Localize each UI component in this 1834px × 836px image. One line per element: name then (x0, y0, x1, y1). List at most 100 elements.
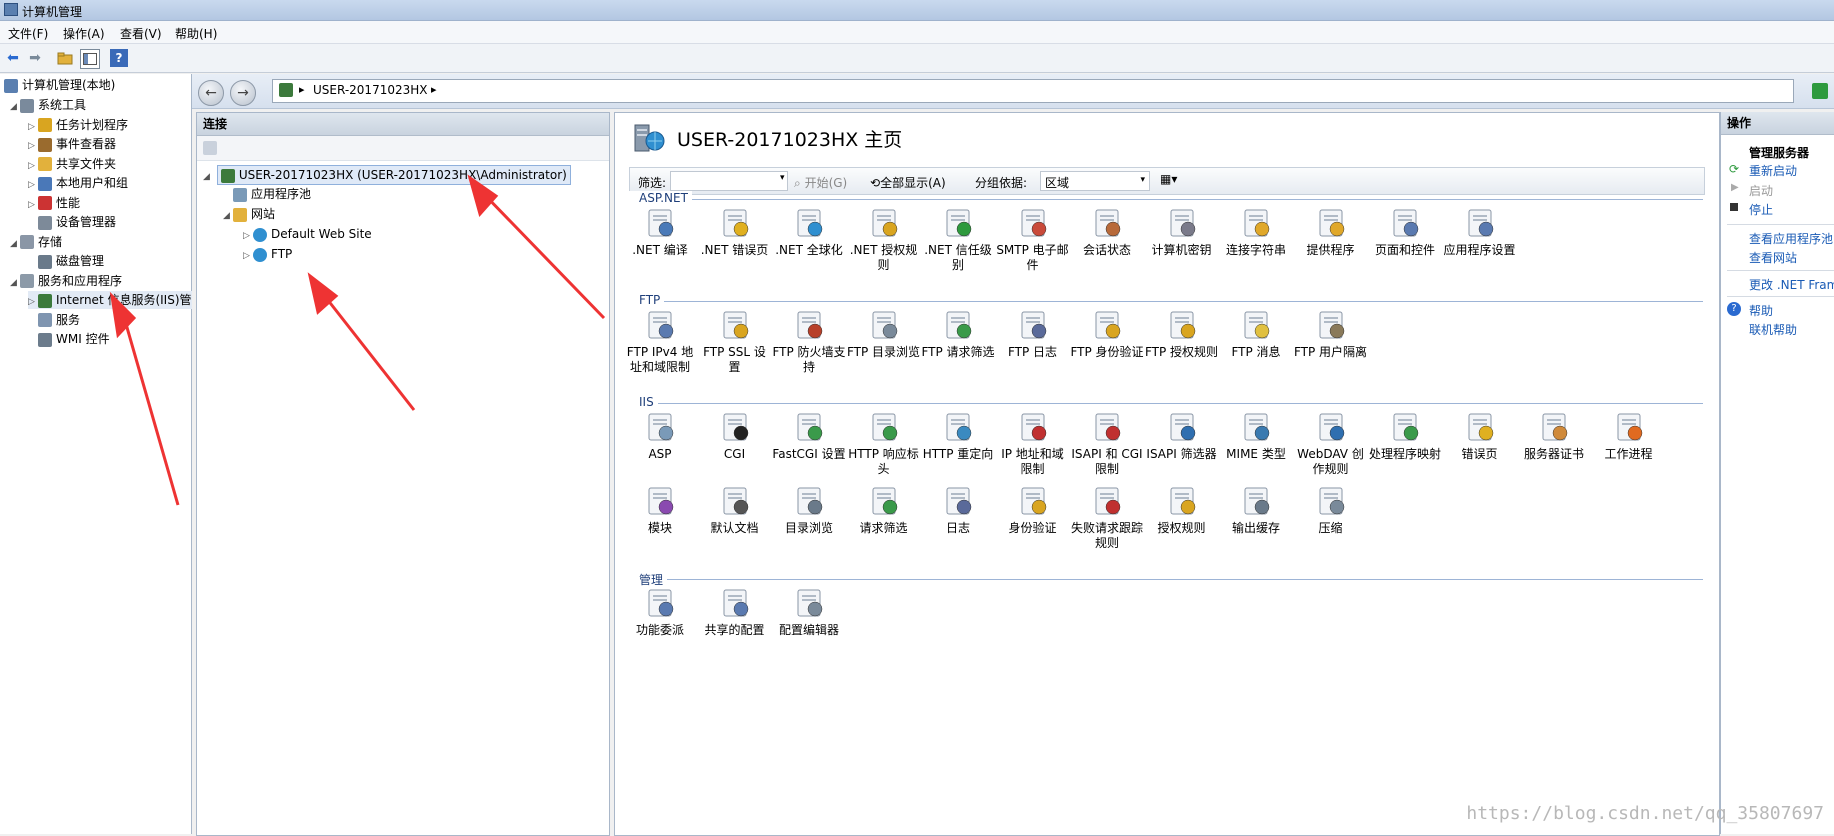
feature-item[interactable]: .NET 信任级别 (921, 207, 995, 273)
feature-item[interactable]: SMTP 电子邮件 (996, 207, 1070, 273)
help-link[interactable]: 帮助 (1749, 302, 1773, 319)
expand-toggle[interactable]: ◢ (10, 235, 20, 253)
show-hide-tree-icon[interactable] (80, 49, 100, 69)
feature-item[interactable]: 处理程序映射 (1368, 411, 1442, 462)
tree-item[interactable]: ◢ 服务和应用程序 (10, 272, 122, 290)
feature-item[interactable]: .NET 错误页 (698, 207, 772, 258)
menu-file[interactable]: 文件(F) (8, 25, 48, 42)
expand-toggle[interactable]: ▷ (28, 118, 38, 136)
view-mode-icon[interactable]: ▦▾ (1160, 172, 1177, 186)
feature-item[interactable]: FTP 授权规则 (1145, 309, 1219, 360)
feature-item[interactable]: 页面和控件 (1368, 207, 1442, 258)
expand-toggle[interactable]: ▷ (28, 176, 38, 194)
feature-item[interactable]: 输出缓存 (1219, 485, 1293, 536)
nav-forward-icon[interactable]: → (230, 80, 256, 106)
collapse-toggle[interactable]: ◢ (223, 207, 233, 225)
show-all-button[interactable]: ⟲全部显示(A) (870, 174, 946, 191)
collapse-toggle[interactable]: ◢ (203, 168, 213, 186)
start-button[interactable]: ⌕ 开始(G) (794, 174, 847, 191)
tree-item[interactable]: 设备管理器 (28, 213, 116, 231)
expand-toggle[interactable]: ◢ (10, 274, 20, 292)
feature-item[interactable]: 默认文档 (698, 485, 772, 536)
online-help-link[interactable]: 联机帮助 (1749, 321, 1797, 338)
help-icon[interactable]: ? (110, 49, 128, 67)
feature-item[interactable]: 应用程序设置 (1443, 207, 1517, 258)
connect-icon[interactable] (203, 141, 217, 155)
feature-item[interactable]: 工作进程 (1592, 411, 1666, 462)
address-box[interactable]: ▸ USER-20171023HX ▸ (272, 79, 1794, 103)
feature-item[interactable]: FTP 用户隔离 (1294, 309, 1368, 360)
start-link[interactable]: 启动 (1749, 182, 1773, 199)
expand-toggle[interactable]: ◢ (10, 98, 20, 116)
feature-item[interactable]: 错误页 (1443, 411, 1517, 462)
expand-toggle[interactable]: ▷ (28, 196, 38, 214)
tree-item[interactable]: ▷ 共享文件夹 (28, 155, 116, 173)
tree-item[interactable]: WMI 控件 (28, 330, 110, 348)
refresh-icon[interactable] (1812, 83, 1828, 99)
tree-item[interactable]: ▷ Internet 信息服务(IIS)管 (28, 291, 192, 309)
feature-item[interactable]: MIME 类型 (1219, 411, 1293, 462)
feature-item[interactable]: ISAPI 和 CGI 限制 (1070, 411, 1144, 477)
stop-link[interactable]: 停止 (1749, 201, 1773, 218)
feature-item[interactable]: 失败请求跟踪规则 (1070, 485, 1144, 551)
breadcrumb-separator[interactable]: ▸ (431, 83, 437, 96)
menu-help[interactable]: 帮助(H) (175, 25, 217, 42)
feature-item[interactable]: 配置编辑器 (772, 587, 846, 638)
site-ftp[interactable]: ▷ FTP (243, 245, 292, 263)
group-by-select[interactable]: 区域 ▾ (1040, 171, 1150, 191)
feature-item[interactable]: WebDAV 创作规则 (1294, 411, 1368, 477)
feature-item[interactable]: 身份验证 (996, 485, 1070, 536)
feature-item[interactable]: 请求筛选 (847, 485, 921, 536)
app-pools-node[interactable]: 应用程序池 (233, 185, 311, 203)
feature-item[interactable]: 提供程序 (1294, 207, 1368, 258)
feature-item[interactable]: 连接字符串 (1219, 207, 1293, 258)
breadcrumb-server[interactable]: USER-20171023HX (313, 83, 428, 97)
tree-item[interactable]: 服务 (28, 311, 80, 329)
feature-item[interactable]: ISAPI 筛选器 (1145, 411, 1219, 462)
feature-item[interactable]: .NET 编译 (623, 207, 697, 258)
feature-item[interactable]: FTP 防火墙支持 (772, 309, 846, 375)
feature-item[interactable]: HTTP 重定向 (921, 411, 995, 462)
feature-item[interactable]: 功能委派 (623, 587, 697, 638)
feature-item[interactable]: ASP (623, 411, 697, 462)
feature-item[interactable]: FTP 目录浏览 (847, 309, 921, 360)
site-default-web-site[interactable]: ▷ Default Web Site (243, 225, 372, 243)
tree-root[interactable]: 计算机管理(本地) (4, 76, 115, 94)
tree-item[interactable]: 磁盘管理 (28, 252, 104, 270)
feature-item[interactable]: .NET 全球化 (772, 207, 846, 258)
expand-toggle[interactable]: ▷ (243, 227, 253, 245)
feature-item[interactable]: IP 地址和域限制 (996, 411, 1070, 477)
feature-item[interactable]: 日志 (921, 485, 995, 536)
feature-item[interactable]: FTP 请求筛选 (921, 309, 995, 360)
feature-item[interactable]: 目录浏览 (772, 485, 846, 536)
filter-input[interactable] (670, 171, 788, 191)
back-arrow-icon[interactable]: ⬅ (4, 49, 22, 67)
filter-dropdown-icon[interactable]: ▾ (780, 173, 785, 183)
feature-item[interactable]: 压缩 (1294, 485, 1368, 536)
expand-toggle[interactable]: ▷ (28, 157, 38, 175)
connection-server-node[interactable]: USER-20171023HX (USER-20171023HX\Adminis… (216, 165, 571, 185)
tree-item[interactable]: ◢ 存储 (10, 233, 62, 251)
tree-item[interactable]: ▷ 任务计划程序 (28, 116, 128, 134)
feature-item[interactable]: 会话状态 (1070, 207, 1144, 258)
tree-item[interactable]: ▷ 本地用户和组 (28, 174, 128, 192)
tree-item[interactable]: ▷ 性能 (28, 194, 80, 212)
change-net-link[interactable]: 更改 .NET Framew (1749, 276, 1834, 293)
up-folder-icon[interactable] (56, 49, 74, 67)
forward-arrow-icon[interactable]: ➡ (26, 49, 44, 67)
feature-item[interactable]: 计算机密钥 (1145, 207, 1219, 258)
feature-item[interactable]: .NET 授权规则 (847, 207, 921, 273)
feature-item[interactable]: 共享的配置 (698, 587, 772, 638)
breadcrumb-separator[interactable]: ▸ (299, 83, 305, 96)
feature-item[interactable]: FTP 身份验证 (1070, 309, 1144, 360)
tree-item[interactable]: ▷ 事件查看器 (28, 135, 116, 153)
feature-item[interactable]: HTTP 响应标头 (847, 411, 921, 477)
expand-toggle[interactable]: ▷ (28, 137, 38, 155)
feature-item[interactable]: 服务器证书 (1517, 411, 1591, 462)
nav-back-icon[interactable]: ← (198, 80, 224, 106)
feature-item[interactable]: FTP 日志 (996, 309, 1070, 360)
feature-item[interactable]: FTP IPv4 地址和域限制 (623, 309, 697, 375)
expand-toggle[interactable]: ▷ (243, 247, 253, 265)
restart-link[interactable]: 重新启动 (1749, 162, 1797, 179)
menu-action[interactable]: 操作(A) (63, 25, 105, 42)
